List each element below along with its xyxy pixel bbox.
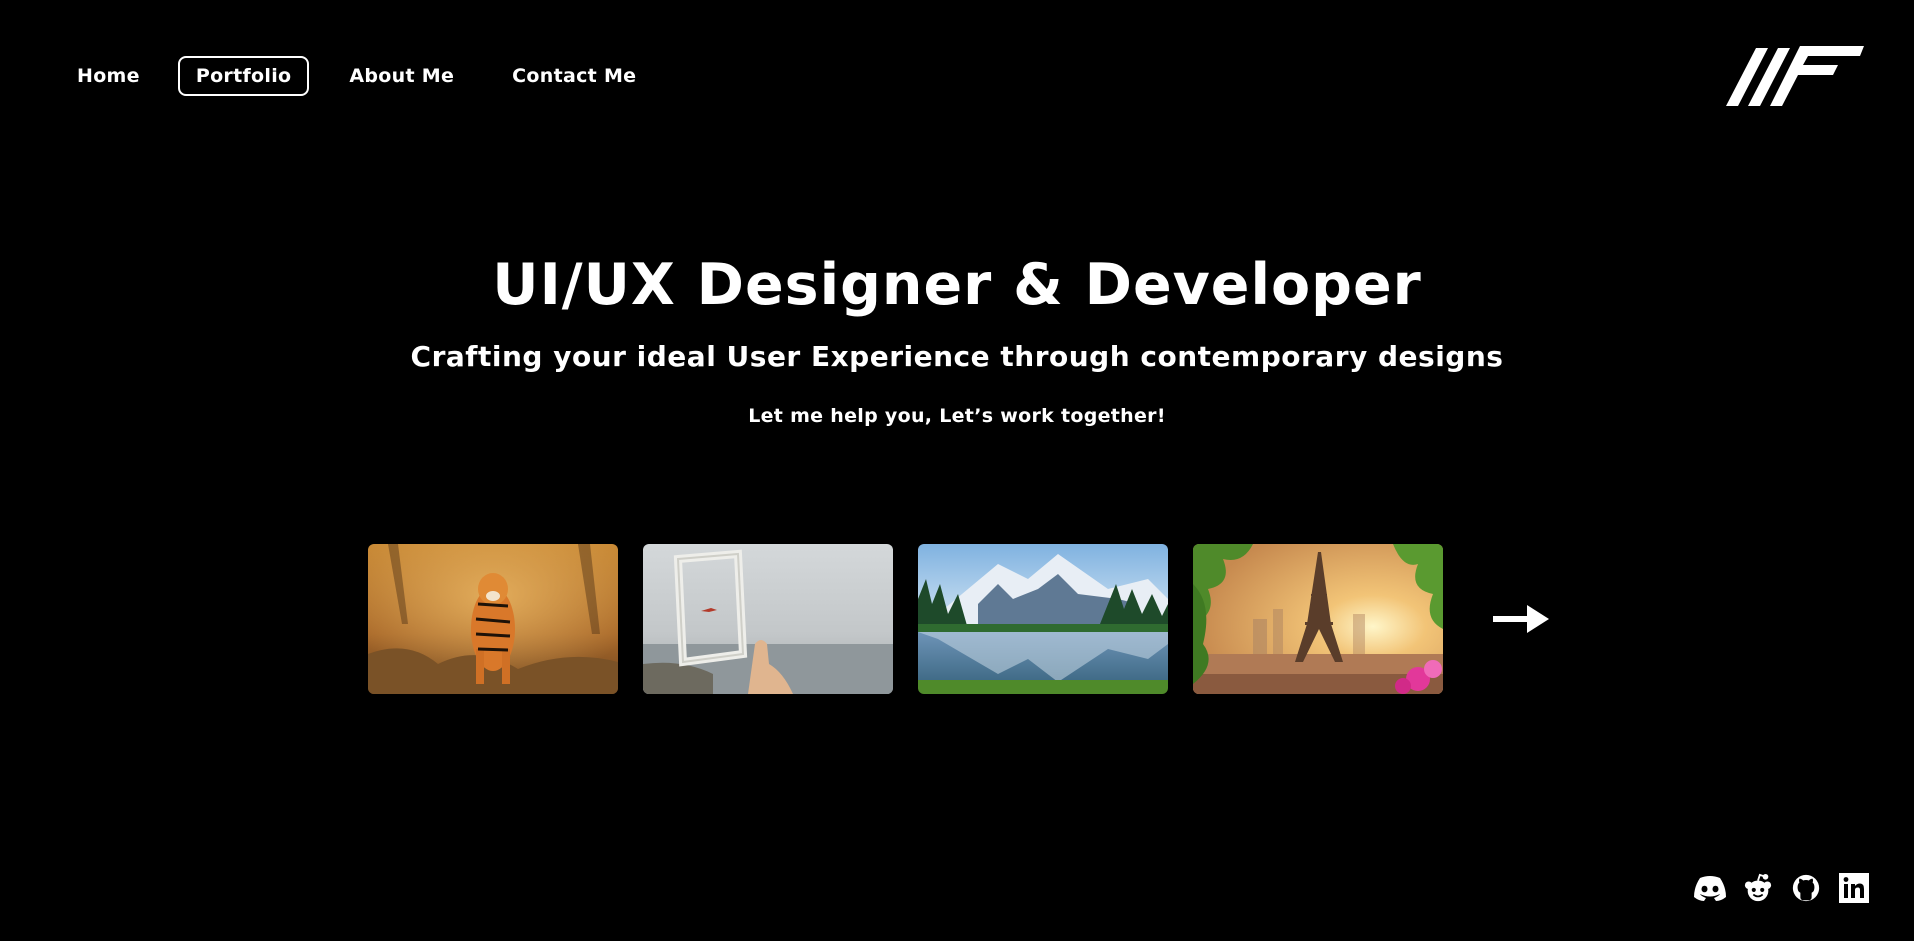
github-icon[interactable] bbox=[1788, 872, 1824, 904]
arrow-right-icon bbox=[1493, 605, 1549, 633]
nav-contact-me[interactable]: Contact Me bbox=[494, 56, 654, 96]
page-title: UI/UX Designer & Developer bbox=[492, 252, 1422, 318]
eiffel-tower-image bbox=[1193, 544, 1443, 694]
mountain-lake-image bbox=[918, 544, 1168, 694]
gallery-next-button[interactable] bbox=[1493, 599, 1549, 639]
call-to-action-text: Let me help you, Let’s work together! bbox=[748, 405, 1166, 427]
tiger-image bbox=[368, 544, 618, 694]
page: Home Portfolio About Me Contact Me UI/UX… bbox=[0, 0, 1914, 941]
reddit-icon[interactable] bbox=[1740, 872, 1776, 904]
page-subtitle: Crafting your ideal User Experience thro… bbox=[410, 340, 1504, 373]
gallery-item-tiger[interactable] bbox=[368, 544, 618, 694]
brand-logo-icon[interactable] bbox=[1726, 44, 1866, 106]
gallery-item-eiffel-tower[interactable] bbox=[1193, 544, 1443, 694]
main-nav: Home Portfolio About Me Contact Me bbox=[75, 56, 676, 96]
gallery-item-frame-seascape[interactable] bbox=[643, 544, 893, 694]
gallery-item-mountain-lake[interactable] bbox=[918, 544, 1168, 694]
linkedin-icon[interactable] bbox=[1836, 872, 1872, 904]
nav-home[interactable]: Home bbox=[75, 56, 158, 96]
nav-about-me[interactable]: About Me bbox=[331, 56, 472, 96]
discord-icon[interactable] bbox=[1692, 872, 1728, 904]
portfolio-gallery bbox=[368, 544, 1549, 694]
frame-seascape-image bbox=[643, 544, 893, 694]
social-links bbox=[1692, 872, 1872, 904]
nav-portfolio[interactable]: Portfolio bbox=[177, 56, 310, 96]
